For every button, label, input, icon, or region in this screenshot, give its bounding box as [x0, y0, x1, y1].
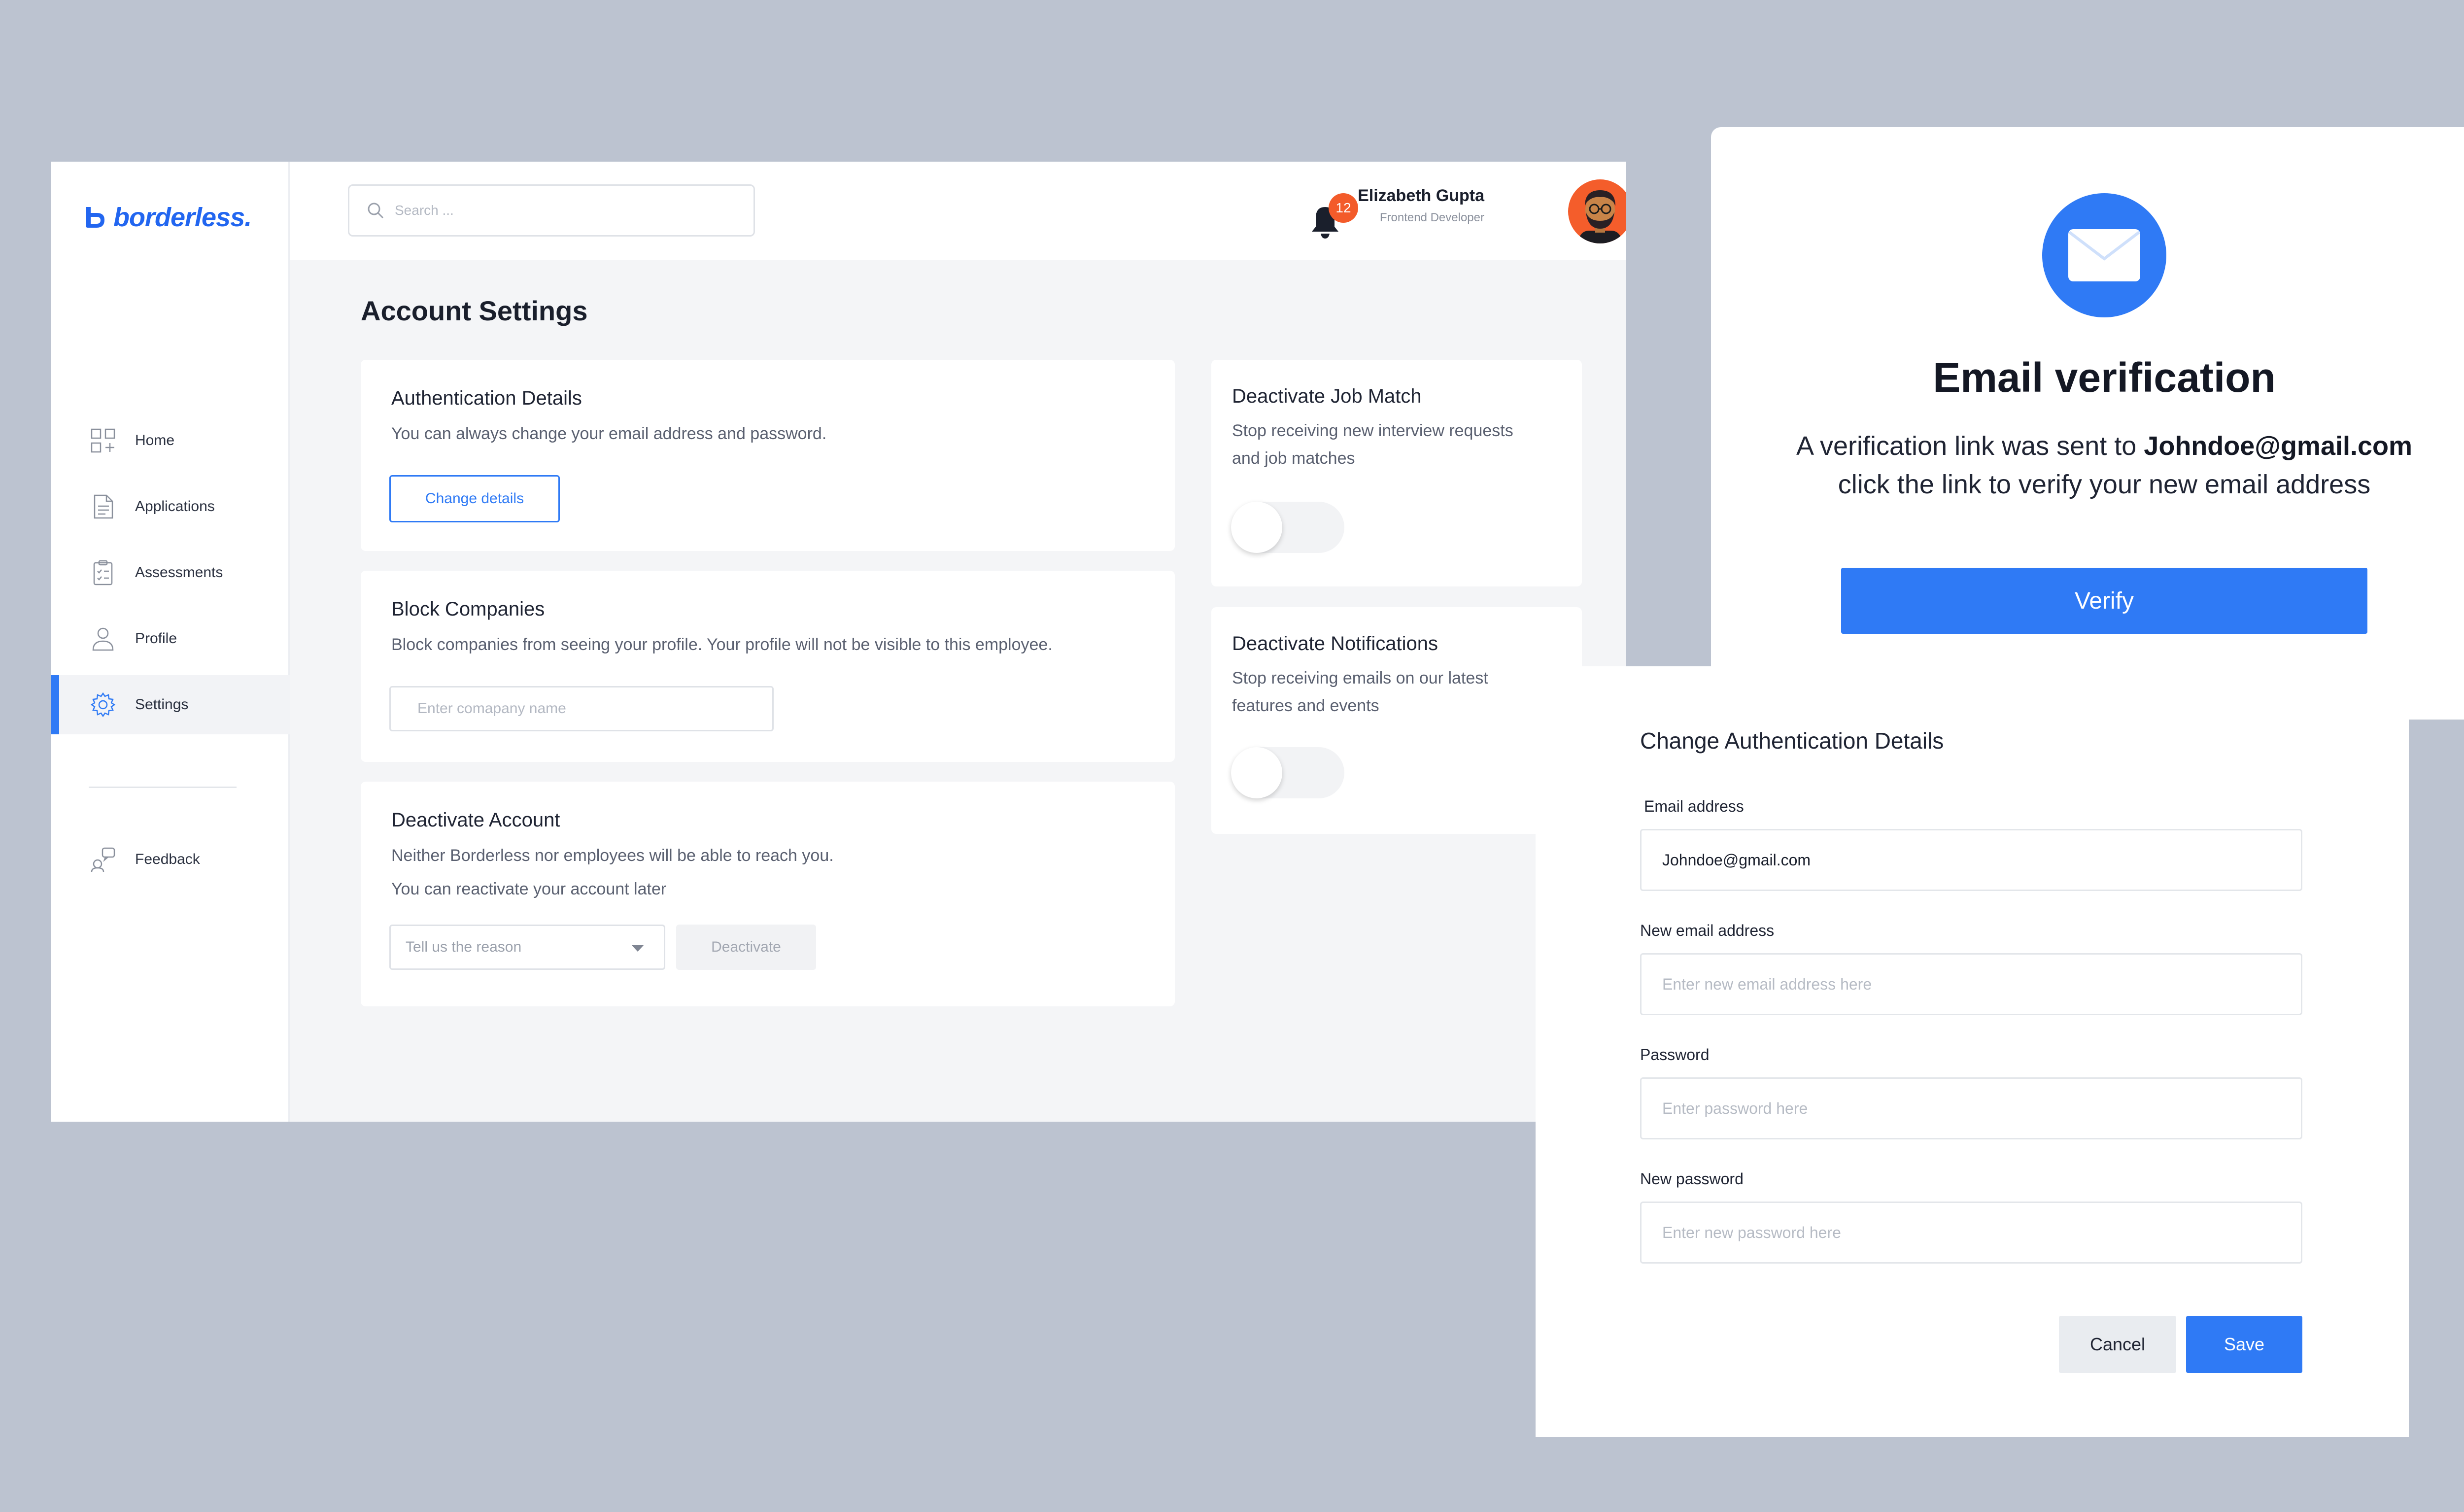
page-title: Account Settings — [361, 295, 588, 326]
verification-message: A verification link was sent to Johndoe@… — [1711, 427, 2464, 504]
change-authentication-panel: Change Authentication Details Email addr… — [1536, 666, 2409, 1437]
deactivate-job-match-card: Deactivate Job Match Stop receiving new … — [1211, 360, 1582, 586]
authentication-details-card: Authentication Details You can always ch… — [361, 360, 1175, 551]
search-input[interactable] — [395, 203, 740, 218]
brand-logo[interactable]: borderless. — [84, 200, 252, 235]
notification-count-badge: 12 — [1329, 193, 1358, 223]
card-title: Block Companies — [391, 598, 545, 620]
sidebar-item-settings[interactable]: Settings — [51, 675, 290, 734]
new-password-label: New password — [1640, 1170, 1744, 1188]
sidebar-item-home[interactable]: Home — [51, 411, 290, 470]
password-label: Password — [1640, 1046, 1710, 1064]
search-icon — [368, 203, 384, 219]
verification-title: Email verification — [1933, 354, 2276, 401]
change-details-button[interactable]: Change details — [389, 475, 560, 522]
search-box[interactable] — [348, 184, 755, 237]
sidebar-item-profile[interactable]: Profile — [51, 609, 290, 668]
logo-mark-icon — [86, 207, 104, 228]
envelope-icon — [2068, 229, 2140, 281]
deactivate-button[interactable]: Deactivate — [676, 925, 816, 970]
sidebar-item-label: Profile — [135, 630, 177, 647]
chevron-down-icon — [631, 945, 644, 952]
card-title: Deactivate Job Match — [1232, 385, 1422, 407]
toggle-knob — [1231, 502, 1282, 553]
sidebar-item-label: Feedback — [135, 851, 200, 867]
verification-email: Johndoe@gmail.com — [2144, 431, 2413, 461]
block-companies-card: Block Companies Block companies from see… — [361, 571, 1175, 762]
brand-name: borderless. — [113, 203, 252, 232]
new-password-field[interactable] — [1640, 1202, 2302, 1264]
avatar[interactable] — [1568, 179, 1626, 243]
sidebar-item-feedback[interactable]: Feedback — [51, 830, 290, 889]
card-title: Deactivate Notifications — [1232, 633, 1438, 654]
new-email-field[interactable] — [1640, 953, 2302, 1015]
app-window: borderless. Home Applications Assessment… — [51, 162, 1626, 1122]
card-description-line-2: features and events — [1232, 696, 1379, 715]
panel-title: Change Authentication Details — [1640, 728, 1944, 754]
sidebar: borderless. Home Applications Assessment… — [51, 162, 290, 1122]
deactivate-account-card: Deactivate Account Neither Borderless no… — [361, 782, 1175, 1006]
card-description-line-1: Stop receiving new interview requests — [1232, 421, 1513, 440]
save-button[interactable]: Save — [2186, 1316, 2302, 1373]
sidebar-item-assessments[interactable]: Assessments — [51, 543, 290, 602]
user-role: Frontend Developer — [1379, 211, 1484, 224]
verification-text-line-2: click the link to verify your new email … — [1838, 470, 2371, 499]
new-email-label: New email address — [1640, 922, 1775, 939]
top-bar: 12 Elizabeth Gupta Frontend Developer — [290, 162, 1626, 260]
sidebar-item-label: Applications — [135, 498, 215, 515]
feedback-icon — [91, 847, 115, 872]
sidebar-divider — [89, 787, 237, 788]
sidebar-item-label: Settings — [135, 696, 189, 713]
card-description-line-1: Stop receiving emails on our latest — [1232, 669, 1488, 687]
deactivate-notifications-card: Deactivate Notifications Stop receiving … — [1211, 607, 1582, 834]
reason-select[interactable]: Tell us the reason — [389, 925, 665, 970]
sidebar-item-label: Assessments — [135, 564, 223, 581]
email-verification-card: Email verification A verification link w… — [1711, 127, 2464, 720]
card-title: Authentication Details — [391, 387, 582, 409]
clipboard-icon — [93, 560, 113, 585]
document-icon — [94, 494, 113, 519]
card-description: Block companies from seeing your profile… — [391, 635, 1053, 654]
notifications-button[interactable]: 12 — [1309, 193, 1358, 239]
verification-text-prefix: A verification link was sent to — [1796, 431, 2144, 461]
gear-icon — [90, 692, 116, 718]
cancel-button[interactable]: Cancel — [2059, 1316, 2176, 1373]
company-name-input[interactable] — [389, 686, 774, 731]
card-description-line-2: and job matches — [1232, 449, 1355, 468]
card-description: You can always change your email address… — [391, 424, 827, 443]
password-field[interactable] — [1640, 1077, 2302, 1139]
user-name: Elizabeth Gupta — [1358, 186, 1484, 205]
notifications-toggle[interactable] — [1231, 747, 1344, 798]
user-icon — [92, 627, 114, 651]
sidebar-item-applications[interactable]: Applications — [51, 477, 290, 536]
card-description-line-2: You can reactivate your account later — [391, 880, 667, 898]
email-label: Email address — [1644, 797, 1744, 815]
avatar-illustration-icon — [1579, 190, 1621, 243]
card-description-line-1: Neither Borderless nor employees will be… — [391, 846, 834, 865]
sidebar-item-label: Home — [135, 432, 175, 448]
reason-select-value: Tell us the reason — [406, 939, 522, 955]
grid-icon — [91, 428, 115, 453]
verify-button[interactable]: Verify — [1841, 568, 2367, 634]
mail-icon-circle — [2042, 193, 2166, 317]
email-field[interactable] — [1640, 829, 2302, 891]
card-title: Deactivate Account — [391, 809, 560, 831]
job-match-toggle[interactable] — [1231, 502, 1344, 553]
toggle-knob — [1231, 747, 1282, 798]
